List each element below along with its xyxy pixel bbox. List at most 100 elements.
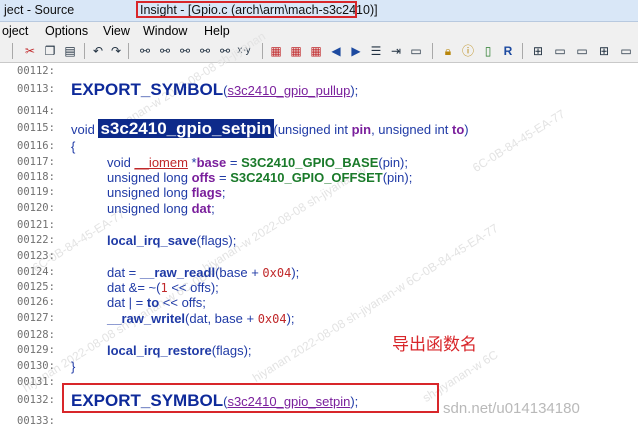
book-icon[interactable]: ▯ xyxy=(480,43,496,59)
bookmark-add-icon[interactable]: ▦ xyxy=(288,43,304,59)
code-punct: (pin); xyxy=(382,170,413,185)
code-params: (unsigned int xyxy=(273,122,352,137)
code-text[interactable]: local_irq_save(flags); xyxy=(107,233,236,248)
toolbar: ✂ ❐ ▤ ↶ ↷ ⚯ ⚯ ⚯ ⚯ ⚯ x-y ▦ ▦ ▦ ◀ ▶ ☰ ⇥ ▭ … xyxy=(0,40,638,63)
line-number: 00116: xyxy=(17,140,55,152)
code-text[interactable]: EXPORT_SYMBOL(s3c2410_gpio_pullup); xyxy=(71,80,358,100)
code-text[interactable]: dat &= ~(1 << offs); xyxy=(107,280,219,296)
bookmark-icon[interactable]: ▦ xyxy=(268,43,284,59)
window-extra-icon[interactable]: ▭ xyxy=(618,43,634,59)
line-number: 00121: xyxy=(17,219,55,231)
var-base: base xyxy=(196,155,227,170)
undo-icon[interactable]: ↶ xyxy=(90,43,106,59)
code-text[interactable]: __raw_writel(dat, base + 0x04); xyxy=(107,311,295,327)
code-line: 00129: local_irq_restore(flags); xyxy=(0,343,638,358)
function-call: local_irq_restore xyxy=(107,343,212,358)
code-text[interactable]: local_irq_restore(flags); xyxy=(107,343,252,358)
line-number: 00113: xyxy=(17,83,55,95)
redo-icon[interactable]: ↷ xyxy=(108,43,124,59)
code-text[interactable]: void __iomem *base = S3C2410_GPIO_BASE(p… xyxy=(107,155,408,170)
window-tile-icon[interactable]: ⊞ xyxy=(530,43,546,59)
window-split-icon[interactable]: ▭ xyxy=(574,43,590,59)
window-icon[interactable]: ▭ xyxy=(552,43,568,59)
code-text[interactable]: void s3c2410_gpio_setpin (unsigned int pi… xyxy=(71,119,469,138)
line-number: 00112: xyxy=(17,65,55,77)
var-offs: offs xyxy=(191,170,216,185)
code-punct: ) xyxy=(464,122,469,137)
xy-icon[interactable]: x-y xyxy=(234,43,254,59)
param-to: to xyxy=(146,295,160,310)
replace-icon[interactable]: ⚯ xyxy=(196,43,214,59)
title-highlight-box xyxy=(136,1,357,18)
find-icon[interactable]: ⚯ xyxy=(136,43,154,59)
code-text[interactable]: unsigned long dat; xyxy=(107,201,215,216)
code-text[interactable]: dat | = to << offs; xyxy=(107,295,206,310)
code-line: 00127: __raw_writel(dat, base + 0x04); xyxy=(0,311,638,326)
code-args: (base + xyxy=(215,265,263,280)
number-literal: 1 xyxy=(160,281,168,295)
paste-icon[interactable]: ▤ xyxy=(62,43,78,59)
function-call: __raw_readl xyxy=(139,265,216,280)
number-literal: 0x04 xyxy=(262,266,292,280)
list-icon[interactable]: ☰ xyxy=(368,43,384,59)
code-keyword: void xyxy=(107,155,135,170)
line-number: 00129: xyxy=(17,344,55,356)
info-icon[interactable]: ⓘ xyxy=(460,43,476,59)
number-literal: 0x04 xyxy=(257,312,287,326)
code-punct: ); xyxy=(350,83,359,98)
code-text[interactable]: unsigned long flags; xyxy=(107,185,226,200)
code-text[interactable]: dat = __raw_readl(base + 0x04); xyxy=(107,265,299,281)
code-text[interactable]: { xyxy=(71,139,75,154)
window-cascade-icon[interactable]: ⊞ xyxy=(596,43,612,59)
code-expr: << offs); xyxy=(167,280,219,295)
code-line: 00113: EXPORT_SYMBOL(s3c2410_gpio_pullup… xyxy=(0,80,638,100)
code-expr: dat &= ~( xyxy=(107,280,161,295)
find-files-icon[interactable]: ⚯ xyxy=(216,43,234,59)
blog-watermark: sdn.net/u014134180 xyxy=(443,400,580,417)
code-punct: ); xyxy=(291,265,300,280)
back-icon[interactable]: ◀ xyxy=(328,43,344,59)
code-line: 00114: xyxy=(0,104,638,119)
code-line: 00115: void s3c2410_gpio_setpin (unsigned… xyxy=(0,119,638,138)
code-line: 00119: unsigned long flags; xyxy=(0,185,638,200)
export-symbol-highlight-box xyxy=(62,383,439,413)
code-iomem: __iomem xyxy=(134,155,188,170)
code-punct: = xyxy=(226,155,242,170)
var-dat: dat xyxy=(191,201,212,216)
code-line: 00124: dat = __raw_readl(base + 0x04); xyxy=(0,265,638,280)
menu-help[interactable]: Help xyxy=(204,22,230,40)
code-line: 00123: xyxy=(0,249,638,264)
code-line: 00121: xyxy=(0,218,638,233)
code-line: 00125: dat &= ~(1 << offs); xyxy=(0,280,638,295)
menu-project[interactable]: oject xyxy=(2,22,28,40)
code-text[interactable]: unsigned long offs = S3C2410_GPIO_OFFSET… xyxy=(107,170,412,185)
cut-icon[interactable]: ✂ xyxy=(22,43,38,59)
line-number: 00133: xyxy=(17,415,55,427)
jump-icon[interactable]: ⇥ xyxy=(388,43,404,59)
code-punct: (pin); xyxy=(378,155,408,170)
code-punct: = xyxy=(215,170,231,185)
code-punct: ; xyxy=(221,185,226,200)
forward-icon[interactable]: ▶ xyxy=(348,43,364,59)
menu-view[interactable]: View xyxy=(103,22,130,40)
toolbar-separator xyxy=(128,43,129,59)
find-previous-icon[interactable]: ⚯ xyxy=(156,43,174,59)
menu-options[interactable]: Options xyxy=(45,22,88,40)
copy-icon[interactable]: ❐ xyxy=(42,43,58,59)
toolbar-separator xyxy=(12,43,13,59)
lock-icon[interactable]: 🔒︎ xyxy=(440,43,456,59)
code-params: , unsigned int xyxy=(371,122,453,137)
code-keyword: void xyxy=(71,122,99,137)
window-title-bar: ject - Source Insight - [Gpio.c (arch\ar… xyxy=(0,0,638,22)
code-punct: ; xyxy=(211,201,215,216)
line-number: 00127: xyxy=(17,312,55,324)
find-next-icon[interactable]: ⚯ xyxy=(176,43,194,59)
window-list-icon[interactable]: ▭ xyxy=(408,43,424,59)
menu-window[interactable]: Window xyxy=(143,22,187,40)
bookmark-jump-icon[interactable]: ▦ xyxy=(308,43,324,59)
toolbar-separator xyxy=(522,43,523,59)
code-editor[interactable]: hiyanan-w 2022-08-08 sh-jiyanan 6C-0B-84… xyxy=(0,29,638,428)
code-text[interactable]: } xyxy=(71,359,75,374)
line-number: 00128: xyxy=(17,329,55,341)
symbol-icon[interactable]: R xyxy=(500,43,516,59)
